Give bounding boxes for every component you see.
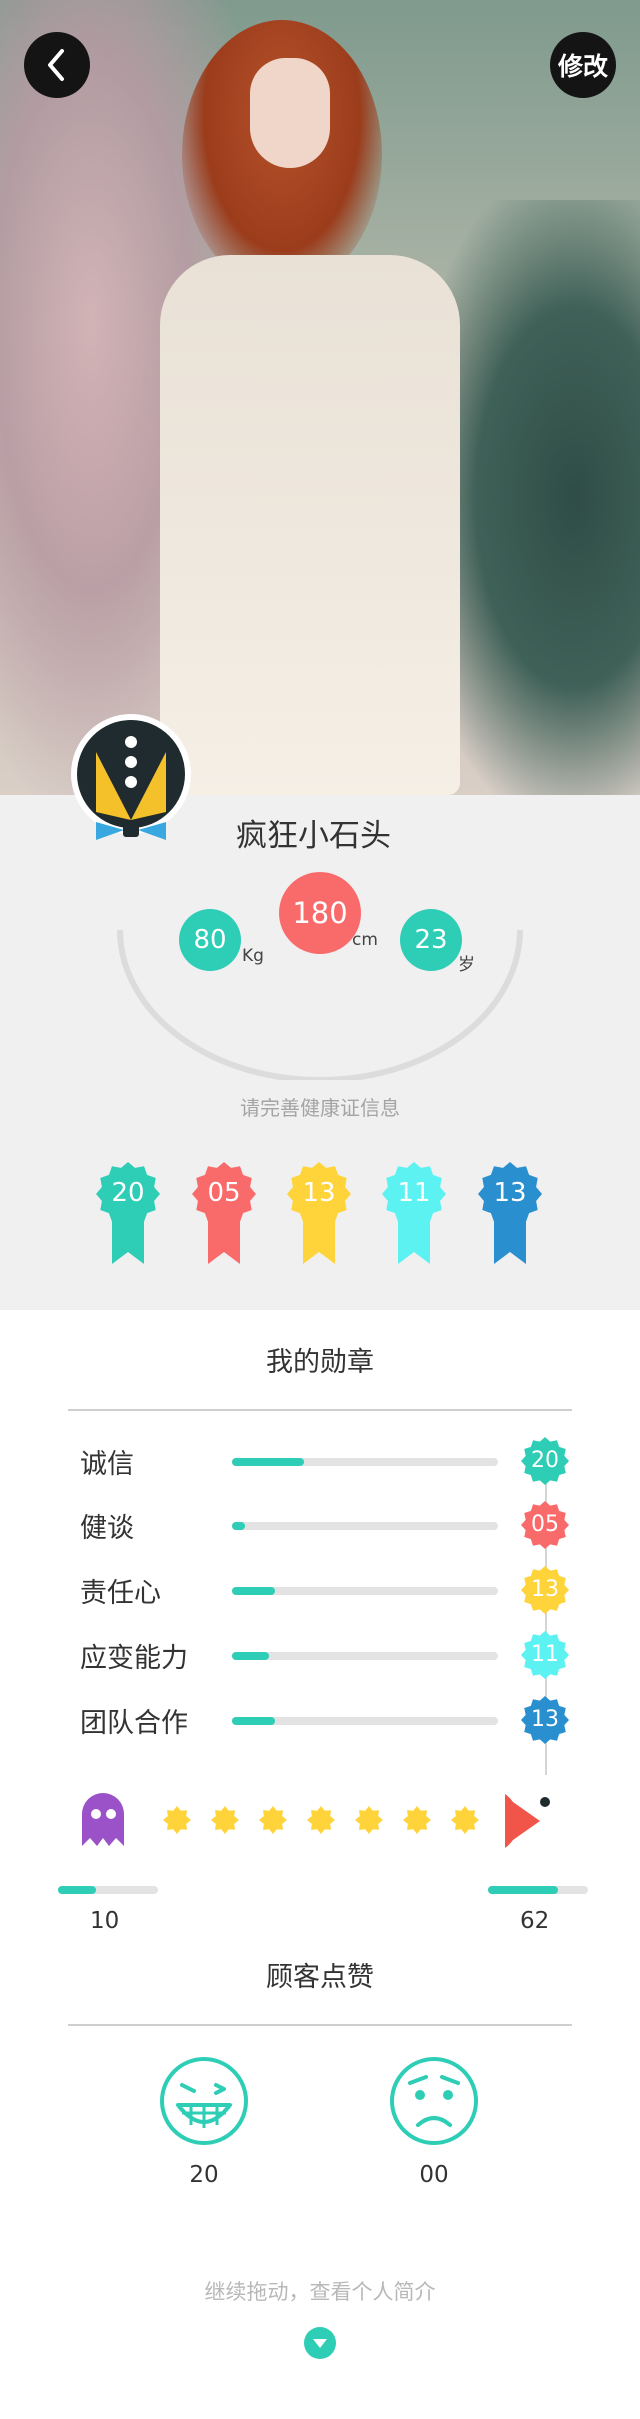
chevron-left-icon bbox=[48, 49, 64, 81]
medal-value: 05 bbox=[531, 1512, 559, 1537]
medal-progress-track bbox=[232, 1652, 498, 1660]
pacman-icon bbox=[505, 1794, 550, 1848]
happy-face-icon[interactable] bbox=[158, 2055, 250, 2147]
medal-progress-fill bbox=[232, 1587, 275, 1595]
star-dot-icon bbox=[355, 1806, 383, 1834]
edit-button[interactable]: 修改 bbox=[550, 32, 616, 98]
back-button[interactable] bbox=[24, 32, 90, 98]
right-score: 62 bbox=[520, 1908, 550, 1934]
weight-value: 80 bbox=[179, 909, 241, 971]
ribbon-value: 13 bbox=[493, 1178, 527, 1208]
dislike-count: 00 bbox=[419, 2162, 449, 2188]
medal-progress-fill bbox=[232, 1458, 304, 1466]
medal-badge: 13 bbox=[520, 1565, 570, 1615]
height-unit: cm bbox=[352, 930, 378, 950]
praise-title: 顾客点赞 bbox=[266, 1962, 374, 1993]
weight-unit: Kg bbox=[242, 946, 264, 966]
hero-dress bbox=[160, 255, 460, 795]
medal-value: 13 bbox=[531, 1577, 559, 1602]
ghost-icon bbox=[82, 1793, 124, 1846]
medal-progress-track bbox=[232, 1717, 498, 1725]
health-certificate-tip[interactable]: 请完善健康证信息 bbox=[0, 1092, 640, 1121]
medal-row: 责任心 13 bbox=[0, 1565, 640, 1615]
ribbon-value: 20 bbox=[111, 1178, 145, 1208]
age-unit: 岁 bbox=[458, 955, 475, 975]
medal-value: 20 bbox=[531, 1448, 559, 1473]
star-dot-icon bbox=[211, 1806, 239, 1834]
right-score-track bbox=[488, 1886, 588, 1894]
right-score-fill bbox=[488, 1886, 558, 1894]
drag-hint: 继续拖动，查看个人简介 bbox=[204, 2280, 436, 2304]
sad-face-icon[interactable] bbox=[388, 2055, 480, 2147]
ribbon-value: 13 bbox=[302, 1178, 336, 1208]
medal-label: 诚信 bbox=[80, 1449, 134, 1480]
medal-badge: 13 bbox=[520, 1695, 570, 1745]
medal-row: 团队合作 13 bbox=[0, 1695, 640, 1745]
divider bbox=[68, 2024, 572, 2026]
left-score: 10 bbox=[90, 1908, 120, 1934]
height-value: 180 bbox=[279, 872, 361, 954]
medal-label: 健谈 bbox=[80, 1513, 134, 1544]
medal-label: 应变能力 bbox=[80, 1643, 188, 1674]
ribbon-value: 05 bbox=[207, 1178, 241, 1208]
ribbon-badge: 11 bbox=[382, 1162, 454, 1266]
medal-value: 11 bbox=[531, 1642, 559, 1667]
medal-badge: 20 bbox=[520, 1436, 570, 1486]
medals-title: 我的勋章 bbox=[266, 1347, 374, 1378]
ribbon-badge: 05 bbox=[192, 1162, 264, 1266]
divider bbox=[68, 1409, 572, 1411]
hero-photo bbox=[0, 0, 640, 795]
ribbon-badge: 13 bbox=[287, 1162, 359, 1266]
medal-value: 13 bbox=[531, 1707, 559, 1732]
medal-row: 诚信 20 bbox=[0, 1436, 640, 1486]
medal-progress-track bbox=[232, 1522, 498, 1530]
medal-progress-track bbox=[232, 1587, 498, 1595]
medal-row: 健谈 05 bbox=[0, 1500, 640, 1550]
chevron-down-icon[interactable] bbox=[304, 2327, 336, 2359]
medal-progress-track bbox=[232, 1458, 498, 1466]
star-dot-icon bbox=[403, 1806, 431, 1834]
tuxedo-avatar-icon[interactable] bbox=[66, 712, 196, 842]
medal-row: 应变能力 11 bbox=[0, 1630, 640, 1680]
medal-badge: 05 bbox=[520, 1500, 570, 1550]
medal-progress-fill bbox=[232, 1522, 246, 1530]
left-score-fill bbox=[58, 1886, 96, 1894]
medal-label: 责任心 bbox=[80, 1578, 161, 1609]
like-count: 20 bbox=[189, 2162, 219, 2188]
hero-face bbox=[250, 58, 330, 168]
star-dot-icon bbox=[163, 1806, 191, 1834]
ribbon-badge: 20 bbox=[96, 1162, 168, 1266]
left-score-track bbox=[58, 1886, 158, 1894]
medal-badge: 11 bbox=[520, 1630, 570, 1680]
medal-label: 团队合作 bbox=[80, 1708, 188, 1739]
star-dot-icon bbox=[259, 1806, 287, 1834]
star-dot-icon bbox=[307, 1806, 335, 1834]
medal-progress-fill bbox=[232, 1652, 270, 1660]
ribbon-value: 11 bbox=[397, 1178, 431, 1208]
ribbon-badge: 13 bbox=[478, 1162, 550, 1266]
nickname: 疯狂小石头 bbox=[236, 818, 391, 854]
age-value: 23 bbox=[400, 909, 462, 971]
star-dot-icon bbox=[451, 1806, 479, 1834]
medal-progress-fill bbox=[232, 1717, 275, 1725]
